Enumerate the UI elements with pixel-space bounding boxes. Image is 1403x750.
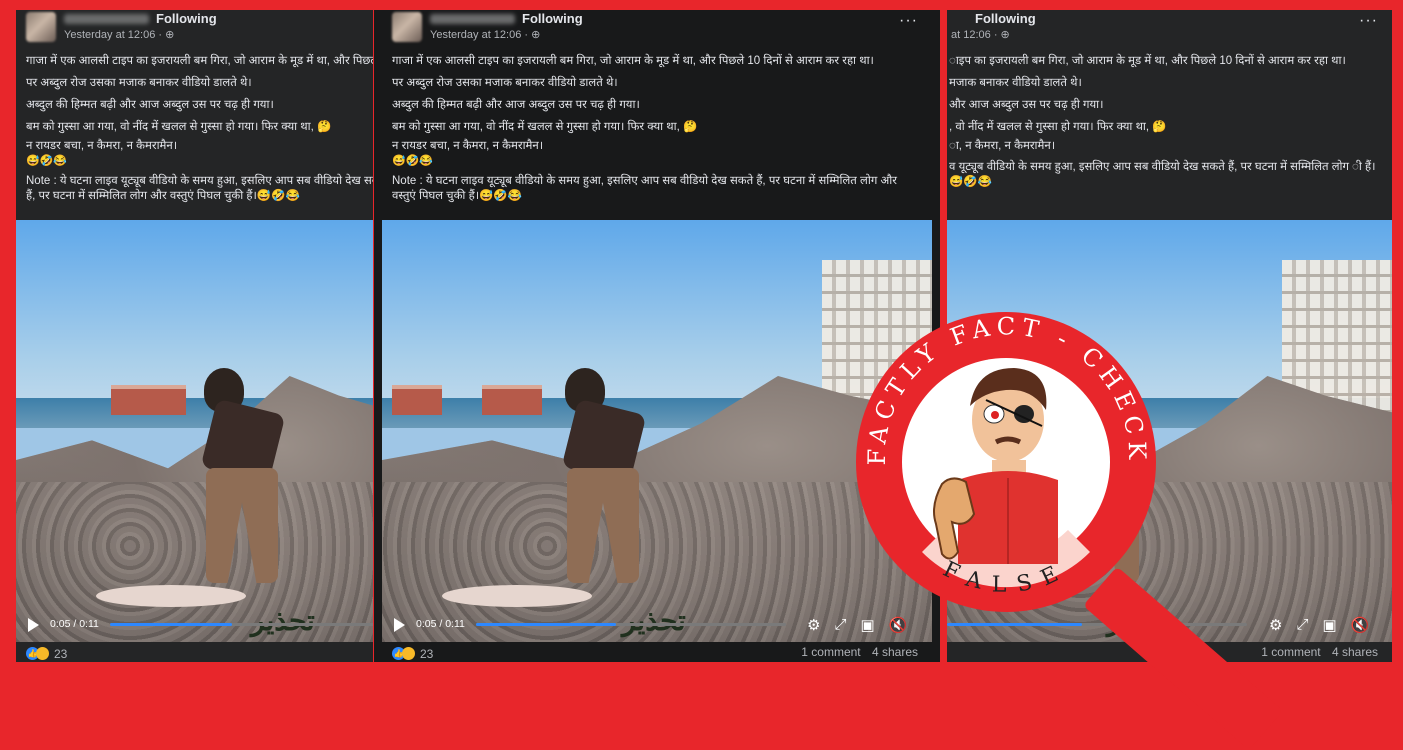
play-icon[interactable] [28, 618, 39, 632]
factcheck-frame: Following Yesterday at 12:06 · ⊕ गाजा मे… [10, 10, 1393, 662]
post-line: ाइप का इजरायली बम गिरा, जो आराम के मूड म… [949, 55, 1346, 67]
post-line: , वो नींद में खलल से गुस्सा हो गया। फिर … [949, 121, 1167, 133]
post-line: ा, न कैमरा, न कैमरामैन। [949, 140, 1056, 152]
fact-check-stamp: FACTLY FACT - CHECK FALSE [856, 312, 1156, 612]
share-count[interactable]: 4 shares [1332, 645, 1378, 659]
globe-icon: ⊕ [531, 29, 541, 41]
video-icon-group: ⚙ ⤢ ▣ 🔇 [1269, 616, 1369, 634]
reaction-count: 23 [54, 646, 68, 661]
globe-icon: ⊕ [1000, 29, 1010, 41]
blurred-author-name[interactable] [64, 14, 149, 24]
video-time: 0:05 / 0:11 [416, 618, 465, 630]
post-line: पर अब्दुल रोज उसका मजाक बनाकर वीडियो डाल… [392, 77, 618, 89]
post-footer: 👍 23 [16, 642, 373, 662]
more-options-icon[interactable]: ··· [899, 12, 918, 30]
post-line: पर अब्दुल रोज उसका मजाक बनाकर वीडियो डाल… [26, 77, 252, 89]
following-label[interactable]: Following [975, 11, 1036, 26]
post-note: Note : ये घटना लाइव यूट्यूब वीडियो के सम… [26, 175, 373, 202]
engagement-stats: 1 comment 4 shares [1253, 645, 1378, 659]
video-progress-fill [476, 623, 616, 626]
video-person [547, 368, 657, 598]
haha-icon [402, 647, 415, 661]
picture-in-picture-icon[interactable]: ▣ [1322, 616, 1336, 634]
post-text: ाइप का इजरायली बम गिरा, जो आराम के मूड म… [949, 50, 1382, 190]
video-progress-fill [947, 623, 1082, 626]
timestamp-text: at 12:06 · [951, 29, 1001, 41]
post-note: व यूट्यूब वीडियो के समय हुआ, इसलिए आप सब… [949, 161, 1376, 188]
post-timestamp[interactable]: Yesterday at 12:06 · ⊕ [430, 28, 540, 41]
video-controls: 0:05 / 0:11 [16, 608, 373, 642]
video-person [186, 368, 296, 598]
video-shed [111, 385, 186, 415]
post-line: न रायडर बचा, न कैमरा, न कैमरामैन। [26, 140, 178, 152]
video-bomb-shape [442, 585, 592, 607]
video-progress-bar[interactable] [947, 623, 1247, 626]
post-emoji-line: 😅🤣😂 [26, 155, 68, 167]
reaction-summary[interactable]: 👍 23 [392, 645, 433, 662]
post-line: और आज अब्दुल उस पर चढ़ ही गया। [949, 99, 1104, 111]
video-shed [392, 385, 442, 415]
post-emoji-line: 😅🤣😂 [392, 155, 434, 167]
reaction-summary[interactable]: 👍 23 [26, 645, 67, 662]
post-text: गाजा में एक आलसी टाइप का इजरायली बम गिरा… [26, 50, 373, 204]
post-header: Following at 12:06 · ⊕ ··· [947, 10, 1392, 44]
following-label[interactable]: Following [156, 11, 217, 26]
post-header: Following Yesterday at 12:06 · ⊕ ··· [382, 10, 932, 44]
video-progress-bar[interactable] [476, 623, 786, 626]
mute-icon[interactable]: 🔇 [1351, 616, 1370, 634]
post-line: बम को गुस्सा आ गया, वो नींद में खलल से ग… [392, 121, 698, 133]
post-header: Following Yesterday at 12:06 · ⊕ [16, 10, 373, 44]
following-label[interactable]: Following [522, 11, 583, 26]
fullscreen-icon[interactable]: ⤢ [1296, 616, 1308, 634]
post-line: बम को गुस्सा आ गया, वो नींद में खलल से ग… [26, 121, 332, 133]
comment-count[interactable]: 1 comment [1261, 645, 1320, 659]
settings-gear-icon[interactable]: ⚙ [1269, 616, 1282, 634]
video-progress-fill [110, 623, 232, 626]
post-line: न रायडर बचा, न कैमरा, न कैमरामैन। [392, 140, 544, 152]
post-line: अब्दुल की हिम्मत बढ़ी और आज अब्दुल उस पर… [392, 99, 640, 111]
post-screenshot-left: Following Yesterday at 12:06 · ⊕ गाजा मे… [16, 10, 373, 662]
haha-icon [36, 647, 49, 661]
avatar[interactable] [26, 12, 56, 42]
play-icon[interactable] [394, 618, 405, 632]
globe-icon: ⊕ [165, 29, 175, 41]
post-line: गाजा में एक आलसी टाइप का इजरायली बम गिरा… [26, 55, 373, 67]
video-progress-bar[interactable] [110, 623, 373, 626]
post-line: गाजा में एक आलसी टाइप का इजरायली बम गिरा… [392, 55, 874, 67]
post-timestamp[interactable]: Yesterday at 12:06 · ⊕ [64, 28, 174, 41]
comment-count[interactable]: 1 comment [801, 645, 860, 659]
video-player[interactable]: تحذير 0:05 / 0:11 [16, 220, 373, 642]
reaction-count: 23 [420, 646, 434, 661]
video-time: 0:05 / 0:11 [50, 618, 99, 630]
post-footer: 👍 23 1 comment 4 shares [382, 642, 932, 662]
share-count[interactable]: 4 shares [872, 645, 918, 659]
post-line: अब्दुल की हिम्मत बढ़ी और आज अब्दुल उस पर… [26, 99, 274, 111]
post-line: मजाक बनाकर वीडियो डालते थे। [949, 77, 1082, 89]
post-note: Note : ये घटना लाइव यूट्यूब वीडियो के सम… [392, 175, 897, 202]
settings-gear-icon[interactable]: ⚙ [807, 616, 820, 634]
post-text: गाजा में एक आलसी टाइप का इजरायली बम गिरा… [392, 50, 922, 204]
timestamp-text: Yesterday at 12:06 · [430, 29, 532, 41]
blurred-author-name[interactable] [430, 14, 515, 24]
post-timestamp[interactable]: at 12:06 · ⊕ [951, 28, 1010, 41]
video-bomb-shape [96, 585, 246, 607]
avatar[interactable] [392, 12, 422, 42]
video-shed [482, 385, 542, 415]
engagement-stats: 1 comment 4 shares [793, 645, 918, 659]
timestamp-text: Yesterday at 12:06 · [64, 29, 166, 41]
more-options-icon[interactable]: ··· [1359, 12, 1378, 30]
fullscreen-icon[interactable]: ⤢ [834, 616, 846, 634]
